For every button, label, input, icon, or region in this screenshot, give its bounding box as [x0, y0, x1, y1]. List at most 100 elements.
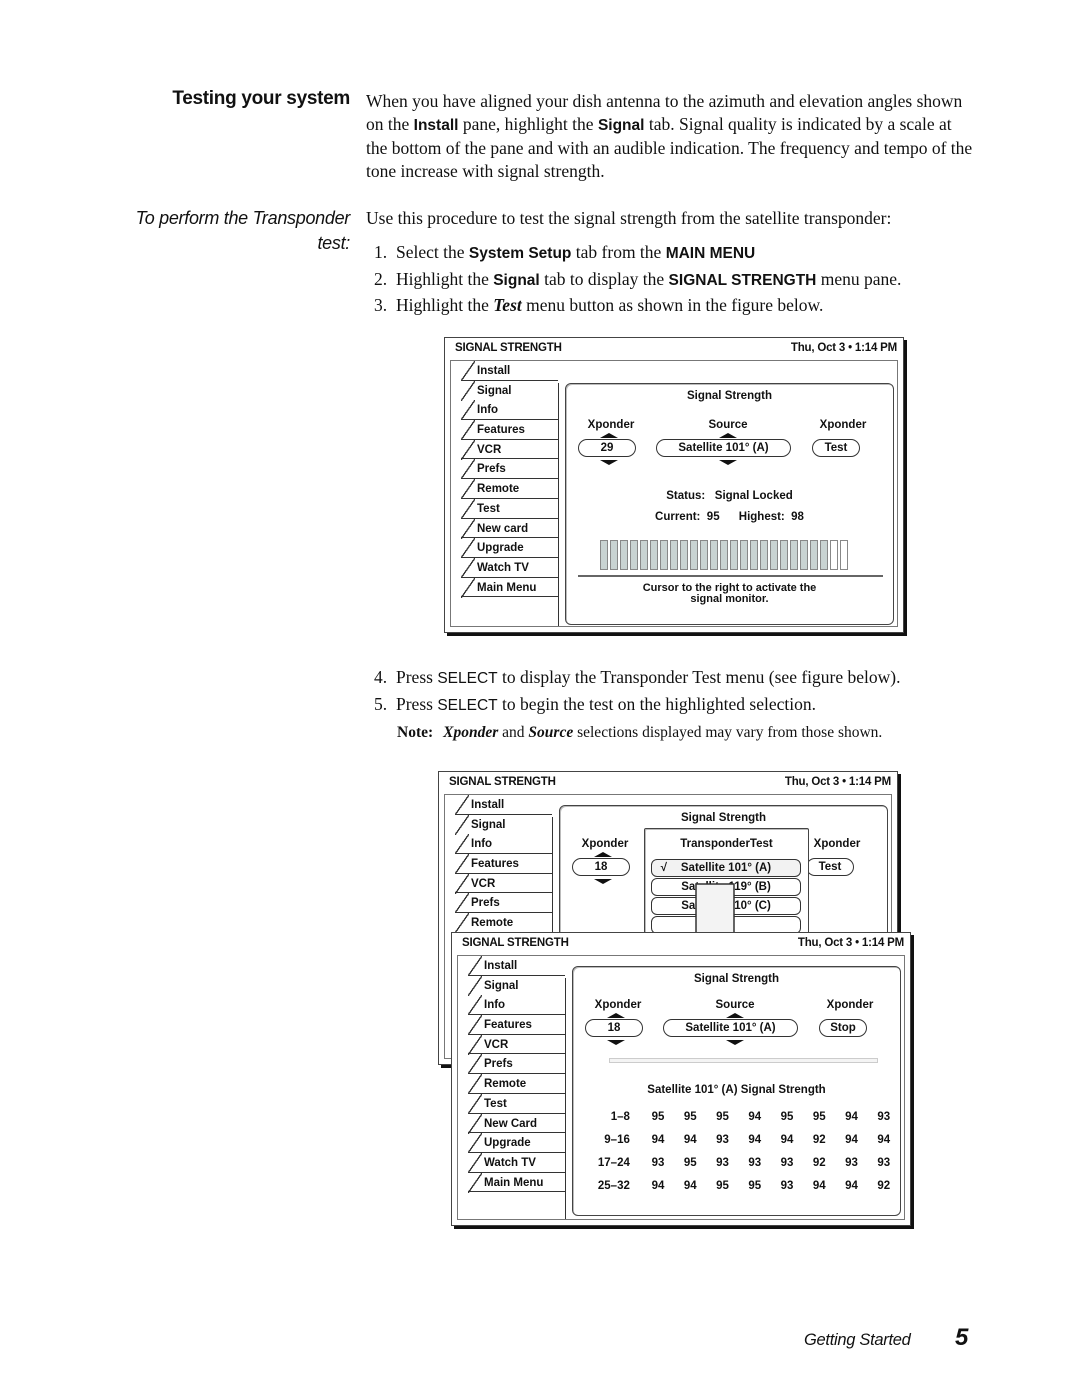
- hint-text: Cursor to the right to activate the signa…: [642, 582, 817, 605]
- signal-value: 93: [716, 1156, 729, 1169]
- signal-value: 92: [877, 1179, 891, 1192]
- screen-title: SIGNAL STRENGTH: [462, 937, 569, 949]
- tab-vcr[interactable]: VCR: [461, 439, 558, 460]
- meter-segment-filled: [770, 540, 778, 570]
- table-row: 1–8 95 95 95 94 95 95 94 93: [581, 1105, 900, 1128]
- menu-tabs: Install Signal Info Features VCR Prefs Remote T…: [468, 956, 565, 1193]
- signal-value: 94: [780, 1133, 794, 1146]
- tab-prefs[interactable]: Prefs: [468, 1054, 565, 1075]
- tab-prefs[interactable]: Prefs: [461, 459, 558, 480]
- tab-signal[interactable]: Signal: [455, 814, 552, 835]
- signal-value: 94: [845, 1179, 858, 1192]
- tab-new-card[interactable]: New Card: [468, 1113, 565, 1134]
- meter-segment-filled: [630, 540, 638, 570]
- tab-watch-tv[interactable]: Watch TV: [461, 557, 558, 578]
- menu-tabs: Install Signal Info Features VCR Prefs Remote T…: [461, 361, 558, 598]
- meter-segment-empty: [840, 540, 848, 570]
- signal-value: 94: [651, 1179, 665, 1192]
- tab-upgrade[interactable]: Upgrade: [461, 538, 558, 558]
- tab-info[interactable]: Info: [461, 400, 558, 421]
- signal-value: 93: [845, 1156, 858, 1169]
- page-number: 5: [955, 1324, 969, 1351]
- popup-option-selected[interactable]: √ Satellite 101° (A): [651, 859, 801, 877]
- xponder-label: Xponder: [581, 838, 629, 850]
- tab-test[interactable]: Test: [461, 498, 558, 519]
- highest-value: 98: [791, 511, 804, 523]
- meter-segment-empty: [830, 540, 838, 570]
- tab-test[interactable]: Test: [468, 1093, 565, 1114]
- tab-signal[interactable]: Signal: [468, 975, 565, 996]
- signal-panel: Signal Strength Xponder Source Xponder 1…: [572, 966, 901, 1216]
- signal-value: 95: [651, 1110, 665, 1123]
- xponder-up-arrow-icon[interactable]: [594, 852, 612, 857]
- xponder-field[interactable]: 29: [578, 439, 636, 457]
- test-button[interactable]: Test: [806, 858, 854, 876]
- tab-install[interactable]: Install: [461, 361, 558, 381]
- tab-vcr[interactable]: VCR: [455, 873, 552, 894]
- tab-main-menu[interactable]: Main Menu: [468, 1172, 565, 1193]
- tab-signal[interactable]: Signal: [461, 380, 558, 401]
- signal-value: 94: [683, 1179, 697, 1192]
- test-button[interactable]: Test: [812, 439, 860, 457]
- tab-features[interactable]: Features: [461, 420, 558, 440]
- tab-main-menu[interactable]: Main Menu: [461, 577, 558, 598]
- meter-segment-filled: [810, 540, 818, 570]
- tab-install[interactable]: Install: [468, 956, 565, 976]
- tab-vcr[interactable]: VCR: [468, 1034, 565, 1055]
- xponder-label: Xponder: [594, 999, 642, 1011]
- signal-value: 94: [845, 1133, 858, 1146]
- tab-upgrade[interactable]: Upgrade: [468, 1133, 565, 1153]
- tab-info[interactable]: Info: [455, 834, 552, 855]
- xponder-field[interactable]: 18: [585, 1019, 643, 1037]
- procedure-intro: Use this procedure to test the signal st…: [366, 208, 892, 228]
- tab-watch-tv[interactable]: Watch TV: [468, 1152, 565, 1173]
- meter-segment-filled: [670, 540, 678, 570]
- source-down-arrow-icon[interactable]: [719, 460, 737, 465]
- source-up-arrow-icon[interactable]: [719, 433, 737, 438]
- xponder-field[interactable]: 18: [572, 858, 630, 876]
- tab-prefs[interactable]: Prefs: [455, 893, 552, 914]
- xponder-up-arrow-icon[interactable]: [607, 1013, 625, 1018]
- signal-value: 95: [812, 1110, 826, 1123]
- table-row: 9–16 94 94 93 94 94 92 94 94: [581, 1128, 900, 1151]
- source-down-arrow-icon[interactable]: [726, 1040, 744, 1045]
- xponder-label: Xponder: [587, 419, 635, 431]
- step-item: 4. Press SELECT to display the Transponde…: [374, 667, 901, 687]
- source-field[interactable]: Satellite 101° (A): [663, 1019, 798, 1037]
- row-label: 1–8: [610, 1110, 630, 1123]
- source-up-arrow-icon[interactable]: [726, 1013, 744, 1018]
- signal-value: 94: [812, 1179, 826, 1192]
- row-label: 25–32: [597, 1179, 630, 1192]
- xponder-up-arrow-icon[interactable]: [600, 433, 618, 438]
- tab-features[interactable]: Features: [455, 854, 552, 874]
- source-label: Source: [715, 999, 755, 1011]
- tab-install[interactable]: Install: [455, 795, 552, 815]
- source-label: Source: [708, 419, 748, 431]
- tab-remote[interactable]: Remote: [455, 913, 552, 933]
- meter-segment-filled: [600, 540, 608, 570]
- tab-new-card[interactable]: New card: [461, 518, 558, 539]
- screen-clock: Thu, Oct 3 • 1:14 PM: [784, 776, 891, 788]
- meter-segment-filled: [650, 540, 658, 570]
- steps-list-a: 1. Select the System Setup tab from the M…: [374, 240, 901, 318]
- table-row: 25–32 94 94 95 95 93 94 94 92: [581, 1174, 900, 1197]
- xponder-down-arrow-icon[interactable]: [600, 460, 618, 465]
- note: Note: Xponder and Source selections displ…: [397, 724, 883, 741]
- tab-info[interactable]: Info: [468, 995, 565, 1016]
- signal-value: 92: [812, 1156, 826, 1169]
- xponder-down-arrow-icon[interactable]: [594, 879, 612, 884]
- footer-section-label: Getting Started: [804, 1331, 911, 1349]
- tab-remote[interactable]: Remote: [461, 479, 558, 499]
- signal-value: 93: [748, 1156, 762, 1169]
- signal-value: 94: [683, 1133, 697, 1146]
- xponder-down-arrow-icon[interactable]: [607, 1040, 625, 1045]
- tab-remote[interactable]: Remote: [468, 1074, 565, 1094]
- signal-value: 93: [877, 1110, 891, 1123]
- source-field[interactable]: Satellite 101° (A): [656, 439, 791, 457]
- tab-features[interactable]: Features: [468, 1015, 565, 1035]
- signal-value: 93: [716, 1133, 729, 1146]
- install-keyword: Install: [413, 117, 459, 134]
- screen-clock: Thu, Oct 3 • 1:14 PM: [797, 937, 904, 949]
- step-item: 5. Press SELECT to begin the test on the …: [374, 693, 816, 714]
- stop-button[interactable]: Stop: [819, 1019, 867, 1037]
